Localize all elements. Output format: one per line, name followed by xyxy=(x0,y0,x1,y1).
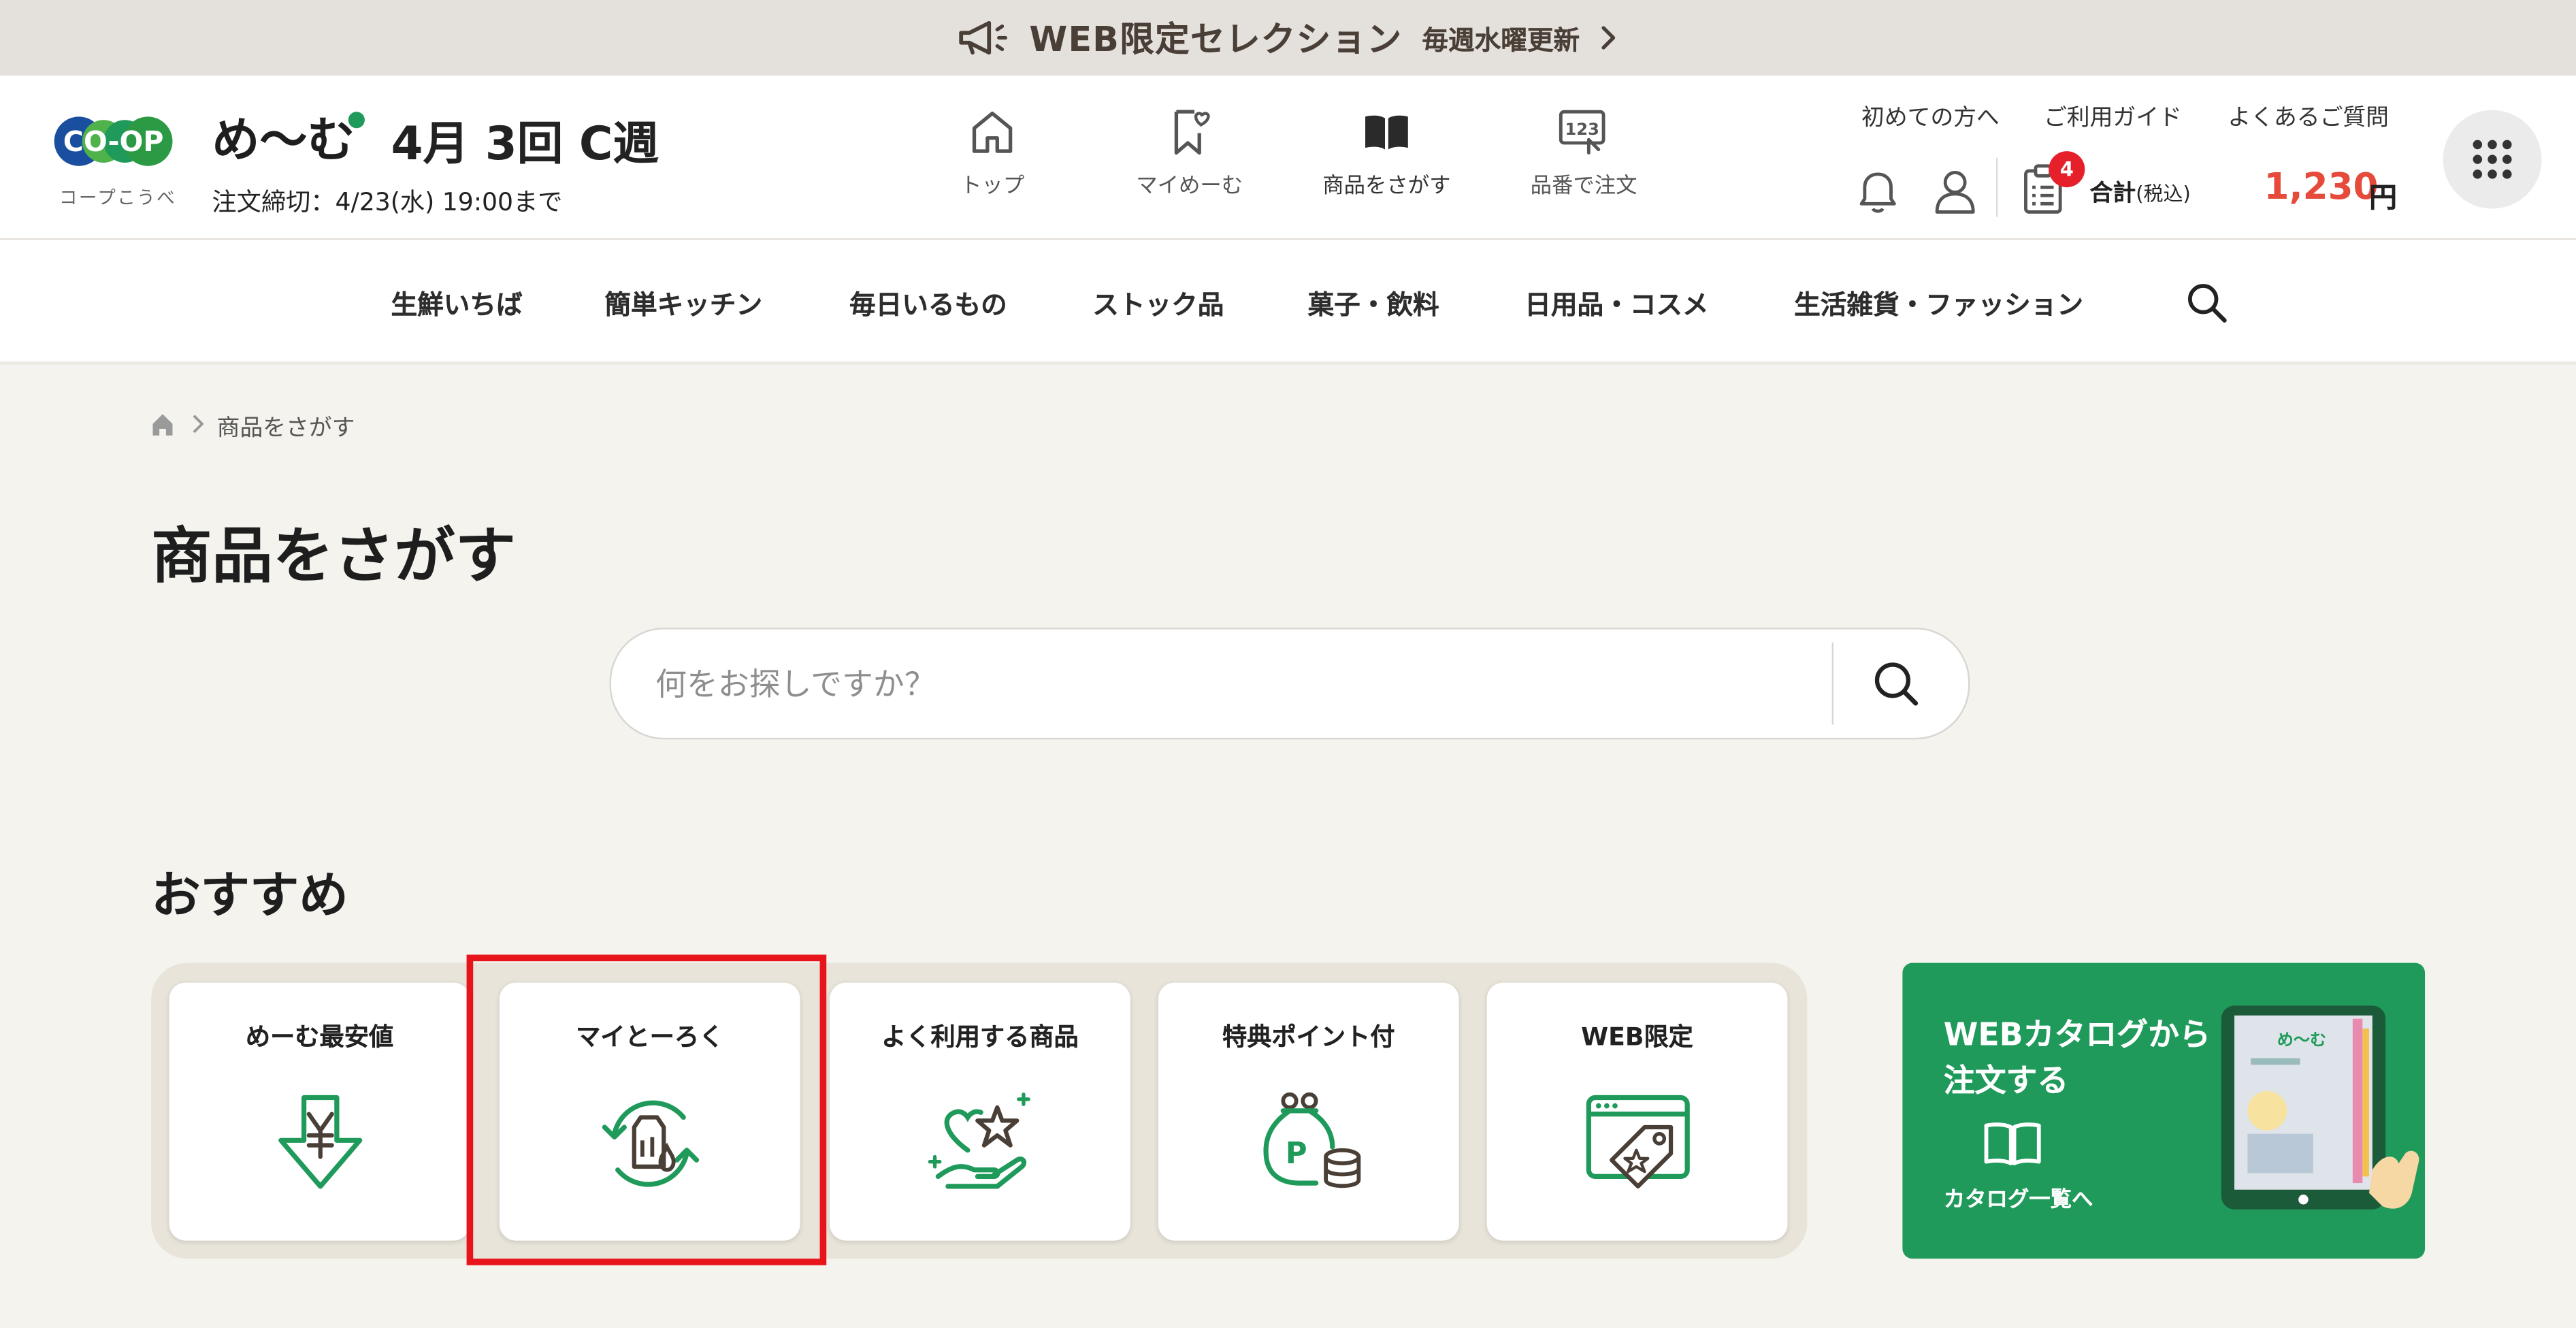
order-deadline: 注文締切：4/23(水) 19:00まで xyxy=(212,187,563,217)
breadcrumb xyxy=(150,411,176,438)
search-input[interactable] xyxy=(655,665,1789,705)
category-fresh-market[interactable]: 生鮮いちば xyxy=(391,282,523,322)
book-outline-icon xyxy=(1984,1122,2041,1166)
recommend-title: おすすめ xyxy=(151,867,348,926)
category-snacks-drinks[interactable]: 菓子・飲料 xyxy=(1308,282,1439,322)
logo-subtext: コープこうべ xyxy=(59,187,177,209)
point-purse-icon: P xyxy=(1262,1092,1360,1188)
grid-menu-icon xyxy=(2473,140,2512,179)
nav-order-by-number[interactable]: 123 品番で注文 xyxy=(1493,105,1674,199)
nav-order-by-number-label: 品番で注文 xyxy=(1530,174,1637,199)
nav-my-meem[interactable]: マイめーむ xyxy=(1099,105,1280,199)
tablet-catalog-illustration: め〜む xyxy=(2221,1005,2419,1210)
home-icon xyxy=(972,111,1013,153)
card-web-limited-label: WEB限定 xyxy=(1581,1022,1693,1052)
brand-name[interactable]: め〜む xyxy=(212,102,365,171)
svg-text:P: P xyxy=(1285,1137,1307,1171)
category-search-button[interactable] xyxy=(2183,279,2230,325)
card-lowest-price[interactable]: めーむ最安値 xyxy=(169,982,470,1241)
menu-button[interactable] xyxy=(2443,110,2542,209)
page-title: 商品をさがす xyxy=(151,521,516,592)
card-bonus-points[interactable]: 特典ポイント付 P xyxy=(1158,982,1459,1241)
highlight-box-my-registered xyxy=(466,954,827,1265)
open-book-icon xyxy=(1365,115,1408,150)
web-tag-icon xyxy=(1585,1095,1689,1189)
web-catalog-banner[interactable]: WEBカタログから注文する カタログ一覧へ め〜む xyxy=(1902,962,2426,1259)
nav-my-meem-label: マイめーむ xyxy=(1136,174,1243,199)
link-guide[interactable]: ご利用ガイド xyxy=(2044,100,2182,133)
account-button[interactable] xyxy=(1932,166,1978,215)
link-faq[interactable]: よくあるご質問 xyxy=(2228,100,2389,133)
svg-text:123: 123 xyxy=(1565,120,1599,139)
banner-subtitle: 毎週水曜更新 xyxy=(1422,25,1580,56)
week-letter: C週 xyxy=(578,116,659,172)
link-first-time[interactable]: 初めての方へ xyxy=(1861,100,2000,133)
hand-heart-star-icon xyxy=(927,1092,1030,1189)
catalog-title: WEBカタログから注文する xyxy=(1943,1017,2211,1099)
card-frequent-items[interactable]: よく利用する商品 xyxy=(830,982,1130,1241)
total-label: 合計(税込) xyxy=(2090,176,2191,208)
card-web-limited[interactable]: WEB限定 xyxy=(1486,982,1788,1241)
nav-search-products-label: 商品をさがす xyxy=(1322,174,1451,199)
notification-button[interactable] xyxy=(1855,166,1901,215)
currency-unit: 円 xyxy=(2368,182,2398,216)
card-frequent-items-label: よく利用する商品 xyxy=(881,1022,1079,1052)
number-order-icon: 123 xyxy=(1559,110,1605,155)
home-icon[interactable] xyxy=(150,411,176,438)
category-daily-items[interactable]: 毎日いるもの xyxy=(849,282,1007,322)
category-lifestyle-fashion[interactable]: 生活雑貨・ファッション xyxy=(1794,282,2083,322)
delivery-week: 4月 3回 C週 xyxy=(391,108,659,174)
total-price: 1,230 xyxy=(2264,167,2379,209)
breadcrumb-current: 商品をさがす xyxy=(216,415,355,442)
brand-dot xyxy=(348,112,365,129)
catalog-list-link: カタログ一覧へ xyxy=(1943,1188,2093,1213)
category-easy-kitchen[interactable]: 簡単キッチン xyxy=(604,282,762,322)
week-month: 4月 xyxy=(391,116,470,172)
nav-top[interactable]: トップ xyxy=(902,105,1083,199)
nav-top-label: トップ xyxy=(960,174,1025,199)
week-number: 3回 xyxy=(485,116,564,172)
user-icon xyxy=(1935,171,1975,214)
search-icon xyxy=(2187,284,2227,323)
coop-logo[interactable]: CO-OP xyxy=(52,102,174,181)
total-label-text: 合計 xyxy=(2089,180,2136,208)
tax-label: (税込) xyxy=(2136,182,2191,206)
cart-count-badge: 4 xyxy=(2049,151,2085,188)
svg-text:め〜む: め〜む xyxy=(2277,1030,2326,1049)
chevron-right-icon xyxy=(1601,26,1615,50)
bookmark-heart-icon xyxy=(1174,110,1210,155)
breadcrumb-separator xyxy=(189,412,206,436)
megaphone-icon xyxy=(960,20,1009,55)
nav-search-products[interactable]: 商品をさがす xyxy=(1297,105,1478,199)
bell-icon xyxy=(1859,172,1896,213)
search-divider xyxy=(1831,642,1834,725)
category-daily-goods-cosmetics[interactable]: 日用品・コスメ xyxy=(1525,282,1708,322)
search-submit-button[interactable] xyxy=(1870,658,1922,710)
chevron-right-icon xyxy=(193,415,204,434)
category-stock-items[interactable]: ストック品 xyxy=(1092,282,1224,322)
yen-down-arrow-icon xyxy=(277,1095,362,1189)
svg-text:CO-OP: CO-OP xyxy=(63,125,164,158)
card-bonus-points-label: 特典ポイント付 xyxy=(1222,1022,1395,1052)
banner-title: WEB限定セレクション xyxy=(1029,19,1403,59)
header-divider xyxy=(1996,157,1998,217)
search-icon xyxy=(1874,662,1919,706)
top-banner-content[interactable]: WEB限定セレクション 毎週水曜更新 xyxy=(0,0,2576,76)
brand-text: め〜む xyxy=(212,112,355,168)
card-lowest-price-label: めーむ最安値 xyxy=(245,1022,394,1052)
